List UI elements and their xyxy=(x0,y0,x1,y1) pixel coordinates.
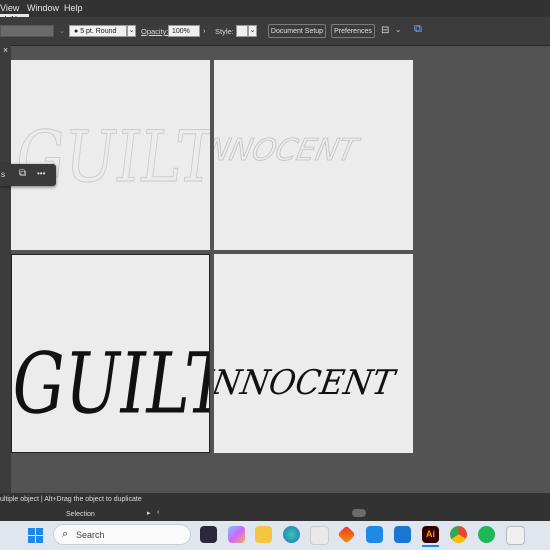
search-placeholder: Search xyxy=(76,530,105,540)
guilty-sketch: GUILTY xyxy=(11,116,263,199)
status-bar: ultiple object | Alt+Drag the object to … xyxy=(0,493,550,521)
spotify-icon[interactable] xyxy=(478,526,495,543)
copilot-icon[interactable] xyxy=(228,526,245,543)
opacity-field[interactable]: 100% xyxy=(168,25,200,37)
style-label: Style: xyxy=(215,27,234,36)
brush-dot-icon: ● xyxy=(74,28,79,35)
menu-window[interactable]: Window xyxy=(27,3,59,13)
brush-definition-select[interactable]: ● 5 pt. Round xyxy=(69,25,127,37)
document-setup-button[interactable]: Document Setup xyxy=(268,24,326,38)
outlook-icon[interactable] xyxy=(394,526,411,543)
guilty-text: GUILTY xyxy=(12,335,209,433)
recolor-icon[interactable]: ⧉ xyxy=(19,168,26,179)
status-hint: ultiple object | Alt+Drag the object to … xyxy=(0,496,142,503)
innocent-sketch-text: INNOCENT xyxy=(214,133,363,168)
preferences-button[interactable]: Preferences xyxy=(331,24,375,38)
innocent-text: INNOCENT xyxy=(214,362,400,402)
canvas[interactable]: GUILTY INNOCENT GUILTY INNOCENT xyxy=(6,46,550,493)
brush-label: 5 pt. Round xyxy=(80,28,117,35)
status-next-icon[interactable]: ▸ xyxy=(147,509,151,517)
chevron-right-icon[interactable]: › xyxy=(203,26,206,35)
chevron-down-icon[interactable]: ⌄ xyxy=(59,26,65,35)
search-icon: ⌕ xyxy=(62,528,69,540)
active-app-indicator xyxy=(422,545,439,547)
artboard-3[interactable]: GUILTY xyxy=(6,254,279,453)
taskbar-search[interactable]: ⌕ Search xyxy=(53,524,191,545)
tools-panel xyxy=(0,46,11,493)
arrange-dropdown-icon[interactable]: ⌄ xyxy=(395,25,401,34)
task-view-icon[interactable] xyxy=(200,526,217,543)
windows-start-icon[interactable] xyxy=(28,528,43,543)
edge-icon[interactable] xyxy=(283,526,300,543)
stroke-weight-field[interactable] xyxy=(0,25,54,37)
store-icon[interactable] xyxy=(310,526,329,545)
artboard-4[interactable]: INNOCENT xyxy=(196,254,413,453)
app-notes-icon[interactable] xyxy=(506,526,525,545)
menu-help[interactable]: Help xyxy=(64,3,83,13)
close-icon[interactable]: × xyxy=(0,44,11,56)
file-explorer-icon[interactable] xyxy=(255,526,272,543)
guilty-artwork: GUILTY xyxy=(6,335,279,433)
chrome-icon[interactable] xyxy=(450,526,467,543)
panel-label: s xyxy=(1,170,5,179)
arrange-icon[interactable]: ⊟ xyxy=(381,25,389,36)
menu-bar: View Window Help xyxy=(0,0,550,17)
menu-view[interactable]: View xyxy=(0,3,19,13)
artboard-2[interactable]: INNOCENT xyxy=(195,60,413,250)
innocent-sketch: INNOCENT xyxy=(195,133,364,168)
scroll-thumb[interactable] xyxy=(352,509,366,517)
brush-dropdown-icon[interactable]: ⌄ xyxy=(127,25,136,37)
opacity-label[interactable]: Opacity: xyxy=(141,27,169,36)
illustrator-icon[interactable]: Ai xyxy=(422,526,439,543)
more-options-icon[interactable]: ••• xyxy=(37,169,45,178)
style-dropdown-icon[interactable]: ⌄ xyxy=(248,25,257,37)
style-swatch[interactable] xyxy=(236,25,248,37)
artboard-1[interactable]: GUILTY xyxy=(11,60,263,250)
share-icon[interactable]: ⧉ xyxy=(414,23,422,36)
innocent-artwork: INNOCENT xyxy=(196,362,400,402)
current-tool-label: Selection xyxy=(66,511,95,518)
control-bar: ⌄ ● 5 pt. Round ⌄ Opacity: 100% › Style:… xyxy=(0,17,550,46)
dropbox-icon[interactable] xyxy=(366,526,383,543)
status-prev-icon[interactable]: ‹ xyxy=(157,509,159,516)
floating-properties-panel: s ⧉ ••• xyxy=(0,164,56,186)
